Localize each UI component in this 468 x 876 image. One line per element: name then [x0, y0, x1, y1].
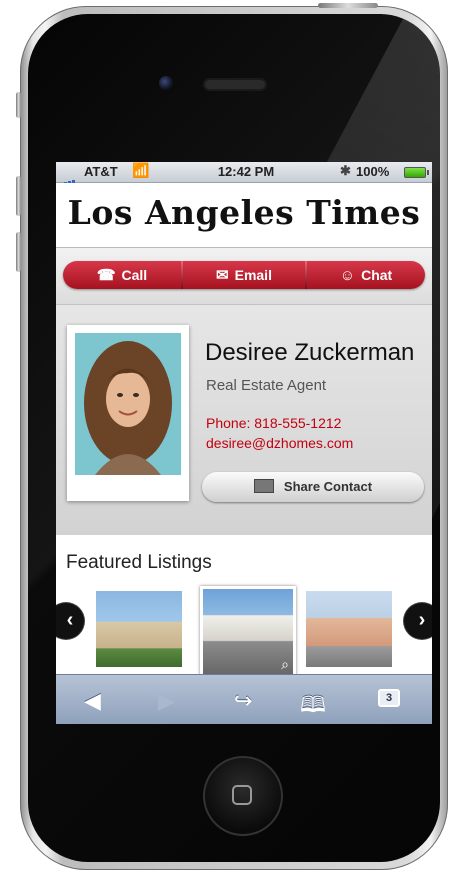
earpiece-speaker	[205, 80, 265, 89]
contact-segmented-control: ☎ Call ✉ Email ☺ Chat	[63, 261, 425, 289]
masthead: Los Angeles Times	[56, 183, 432, 248]
status-bar: AT&T 📶 12:42 PM ✱ 100%	[56, 162, 432, 186]
listing-thumbnail[interactable]	[96, 591, 182, 667]
home-button[interactable]	[203, 756, 283, 836]
envelope-icon: ✉	[216, 267, 229, 284]
agent-photo-frame	[67, 325, 189, 501]
clock: 12:42 PM	[217, 164, 275, 179]
bookmarks-icon[interactable]: 🕮	[300, 688, 326, 724]
share-contact-button[interactable]: Share Contact	[202, 472, 424, 502]
chevron-left-icon: ‹	[66, 609, 74, 631]
mute-switch	[16, 92, 21, 118]
agent-name: Desiree Zuckerman	[205, 339, 415, 366]
chevron-right-icon: ›	[418, 609, 426, 631]
share-contact-label: Share Contact	[283, 479, 373, 494]
volume-down-button	[16, 232, 21, 272]
email-button[interactable]: ✉ Email	[183, 261, 305, 289]
bluetooth-icon: ✱	[340, 163, 351, 178]
forward-arrow-icon[interactable]: ▶	[158, 688, 175, 714]
magnifier-icon: ⌕	[281, 656, 289, 672]
power-button	[318, 3, 378, 8]
featured-listings-title: Featured Listings	[66, 552, 212, 573]
carousel-prev-button[interactable]: ‹	[56, 603, 84, 639]
volume-up-button	[16, 176, 21, 216]
contact-actions-bar: ☎ Call ✉ Email ☺ Chat	[56, 248, 432, 305]
carrier-label: AT&T	[84, 164, 118, 179]
agent-phone-link[interactable]: Phone: 818-555-1212	[206, 415, 341, 431]
tabs-count-icon[interactable]: 3	[378, 689, 400, 707]
chat-label: Chat	[361, 267, 393, 283]
phone-icon: ☎	[96, 267, 116, 284]
featured-listings: Featured Listings ⌕ ‹ ›	[56, 535, 432, 678]
call-button[interactable]: ☎ Call	[63, 261, 181, 289]
site-logo[interactable]: Los Angeles Times	[56, 193, 432, 232]
call-label: Call	[121, 267, 148, 283]
listing-thumbnail[interactable]	[306, 591, 392, 667]
agent-photo[interactable]	[75, 333, 181, 475]
battery-icon	[404, 167, 429, 178]
battery-percent: 100%	[356, 164, 390, 179]
phone-screen: AT&T 📶 12:42 PM ✱ 100% Los Angeles Times…	[56, 162, 432, 724]
wifi-icon: 📶	[132, 162, 150, 178]
listing-thumbnail-selected[interactable]: ⌕	[200, 586, 296, 678]
email-label: Email	[234, 267, 272, 283]
share-icon[interactable]: ↪	[234, 688, 252, 714]
people-icon: ☺	[339, 267, 356, 284]
chat-button[interactable]: ☺ Chat	[307, 261, 425, 289]
front-camera	[159, 76, 173, 90]
agent-portrait-image	[75, 333, 181, 475]
browser-toolbar: ◀ ▶ ↪ 🕮 3	[56, 674, 432, 724]
home-square-icon	[232, 785, 252, 805]
carousel-next-button[interactable]: ›	[404, 603, 432, 639]
agent-profile: Desiree Zuckerman Real Estate Agent Phon…	[56, 305, 432, 535]
back-arrow-icon[interactable]: ◀	[84, 688, 101, 714]
contact-card-icon	[253, 479, 274, 493]
agent-email-link[interactable]: desiree@dzhomes.com	[206, 435, 353, 451]
agent-title: Real Estate Agent	[206, 377, 327, 394]
